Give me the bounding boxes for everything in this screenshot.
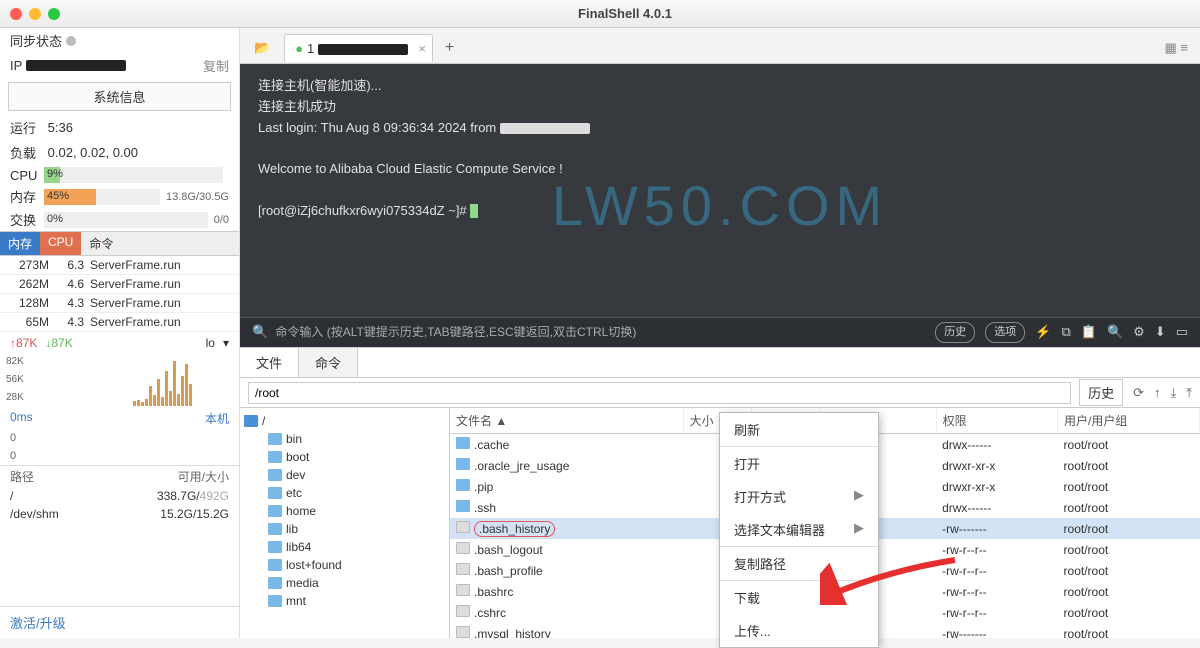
upload-file-icon[interactable]: ⤒ — [1186, 385, 1192, 401]
mem-bar: 内存 45% 13.8G/30.5G — [0, 185, 239, 208]
new-tab-button[interactable]: + — [445, 39, 454, 57]
folder-icon[interactable]: 📂 — [254, 40, 270, 56]
title-bar: FinalShell 4.0.1 — [0, 0, 1200, 28]
cpu-bar: CPU 9% — [0, 165, 239, 185]
search-icon[interactable]: 🔍 — [252, 322, 268, 343]
bolt-icon[interactable]: ⚡ — [1035, 322, 1051, 343]
tree-node[interactable]: lib64 — [268, 538, 445, 556]
process-row[interactable]: 262M4.6ServerFrame.run — [0, 275, 239, 294]
proc-tabs: 内存 CPU 命令 — [0, 231, 239, 256]
sidebar: 同步状态 IP 复制 系统信息 运行 5:36 负载 0.02, 0.02, 0… — [0, 28, 240, 638]
clone-icon[interactable]: ⧉ — [1061, 322, 1070, 343]
ip-label: IP — [10, 58, 22, 73]
swap-bar: 交换 0% 0/0 — [0, 208, 239, 231]
net-chart: 82K 56K 28K — [6, 356, 233, 406]
sync-status: 同步状态 — [0, 28, 239, 53]
view-icons[interactable]: ▦ ≡ — [1165, 40, 1188, 56]
disk-row[interactable]: /338.7G/492G — [0, 487, 239, 505]
tree-node[interactable]: mnt — [268, 592, 445, 610]
cmd-bar: 🔍 命令输入 (按ALT键提示历史,TAB键路径,ESC键返回,双击CTRL切换… — [240, 317, 1200, 347]
history-button[interactable]: 历史 — [935, 322, 975, 344]
terminal[interactable]: 连接主机(智能加速)... 连接主机成功 Last login: Thu Aug… — [240, 64, 1200, 347]
copy-button[interactable]: 复制 — [203, 56, 229, 75]
options-button[interactable]: 选项 — [985, 322, 1025, 344]
path-history-button[interactable]: 历史 — [1079, 379, 1123, 406]
col-name[interactable]: 文件名 ▲ — [450, 408, 683, 434]
cmd-tab[interactable]: 命令 — [299, 348, 358, 377]
up-icon[interactable]: ↑ — [1154, 385, 1161, 401]
iface: lo — [206, 336, 215, 350]
gear-icon[interactable]: ⚙ — [1133, 322, 1145, 343]
tree-node[interactable]: lib — [268, 520, 445, 538]
zoom-icon[interactable]: 🔍 — [1107, 322, 1123, 343]
load-row: 负载 0.02, 0.02, 0.00 — [0, 140, 239, 165]
tree-node[interactable]: etc — [268, 484, 445, 502]
tree-node[interactable]: home — [268, 502, 445, 520]
tree-root[interactable]: / — [244, 412, 445, 430]
download-icon[interactable]: ⬇ — [1155, 322, 1166, 343]
ping-row: 0ms 本机 — [0, 408, 239, 429]
watermark: LW50.COM — [552, 161, 888, 251]
tab-cpu[interactable]: CPU — [40, 232, 81, 255]
disk-row[interactable]: /dev/shm15.2G/15.2G — [0, 505, 239, 523]
tab-cmd[interactable]: 命令 — [81, 232, 121, 255]
path-bar: 历史 ⟳ ↑ ⤓ ⤒ — [240, 378, 1200, 408]
activate-link[interactable]: 激活/升级 — [0, 606, 239, 638]
net-row: ↑87K ↓87K lo ▾ — [0, 332, 239, 354]
tree-node[interactable]: lost+found — [268, 556, 445, 574]
sync-dot-icon — [66, 36, 76, 46]
chevron-down-icon[interactable]: ▾ — [223, 336, 229, 350]
ctx-editor[interactable]: 选择文本编辑器▶ — [720, 513, 878, 546]
net-down: ↓87K — [45, 336, 72, 350]
disk-header: 路径可用/大小 — [0, 465, 239, 487]
process-row[interactable]: 65M4.3ServerFrame.run — [0, 313, 239, 332]
window-title: FinalShell 4.0.1 — [60, 6, 1190, 21]
process-row[interactable]: 128M4.3ServerFrame.run — [0, 294, 239, 313]
fullscreen-icon[interactable]: ▭ — [1176, 322, 1188, 343]
file-tab[interactable]: 文件 — [240, 348, 299, 377]
ip-value — [26, 60, 126, 71]
dir-tree[interactable]: /binbootdevetchomeliblib64lost+foundmedi… — [240, 408, 450, 638]
ctx-refresh[interactable]: 刷新 — [720, 413, 878, 446]
sysinfo-button[interactable]: 系统信息 — [8, 82, 231, 111]
window-controls — [10, 8, 60, 20]
annotation-arrow — [820, 555, 960, 608]
tree-node[interactable]: dev — [268, 466, 445, 484]
session-tab-1[interactable]: ●1 × — [284, 34, 433, 62]
col-perm[interactable]: 权限 — [936, 408, 1057, 434]
paste-icon[interactable]: 📋 — [1081, 322, 1097, 343]
session-tabs: 📂 ●1 × + ▦ ≡ — [240, 32, 1200, 64]
maximize-window-icon[interactable] — [48, 8, 60, 20]
path-input[interactable] — [248, 382, 1071, 404]
process-list: 273M6.3ServerFrame.run262M4.6ServerFrame… — [0, 256, 239, 332]
uptime-row: 运行 5:36 — [0, 115, 239, 140]
cmd-hint: 命令输入 (按ALT键提示历史,TAB键路径,ESC键返回,双击CTRL切换) — [275, 323, 636, 342]
ctx-upload[interactable]: 上传... — [720, 614, 878, 647]
tree-node[interactable]: boot — [268, 448, 445, 466]
net-up: ↑87K — [10, 336, 37, 350]
tab-mem[interactable]: 内存 — [0, 232, 40, 255]
close-window-icon[interactable] — [10, 8, 22, 20]
minimize-window-icon[interactable] — [29, 8, 41, 20]
tree-node[interactable]: media — [268, 574, 445, 592]
ctx-open-with[interactable]: 打开方式▶ — [720, 480, 878, 513]
tree-node[interactable]: bin — [268, 430, 445, 448]
download-file-icon[interactable]: ⤓ — [1171, 385, 1177, 401]
ctx-open[interactable]: 打开 — [720, 446, 878, 480]
close-tab-icon[interactable]: × — [418, 41, 426, 56]
ip-row: IP 复制 — [0, 53, 239, 78]
sync-label: 同步状态 — [10, 31, 62, 50]
process-row[interactable]: 273M6.3ServerFrame.run — [0, 256, 239, 275]
refresh-icon[interactable]: ⟳ — [1133, 385, 1144, 401]
context-menu: 刷新 打开 打开方式▶ 选择文本编辑器▶ 复制路径 下载 上传... — [719, 412, 879, 648]
col-user[interactable]: 用户/用户组 — [1058, 408, 1200, 434]
